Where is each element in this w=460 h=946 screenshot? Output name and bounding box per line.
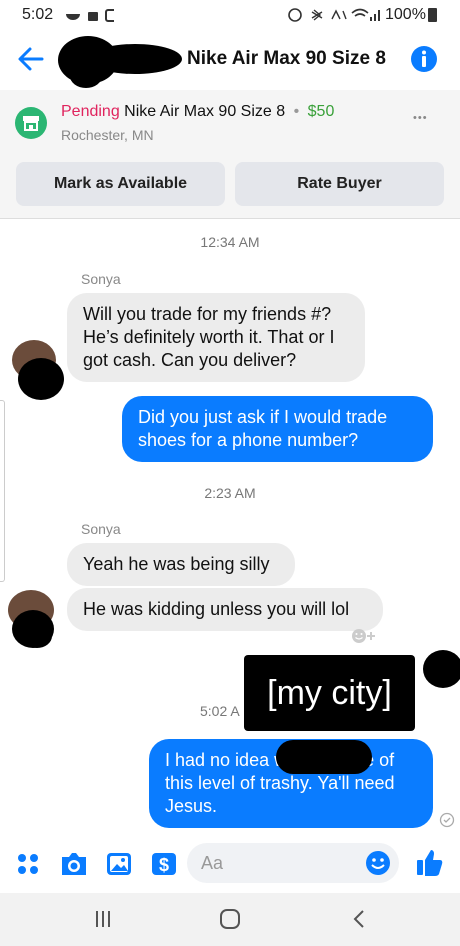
status-bar: 5:02 100%	[0, 0, 460, 30]
android-nav-bar	[0, 893, 460, 946]
message-input[interactable]: Aa	[187, 843, 399, 883]
message-input-placeholder: Aa	[201, 853, 224, 873]
sender-name: Sonya	[81, 271, 121, 287]
clock: 5:02	[22, 6, 54, 23]
add-reaction-icon[interactable]	[350, 627, 378, 645]
redacted-name	[58, 36, 182, 88]
gallery-icon[interactable]	[105, 851, 133, 877]
home-icon[interactable]	[219, 908, 241, 930]
timestamp: 12:34 AM	[200, 234, 260, 250]
timestamp: 5:02 A	[200, 703, 240, 719]
listing-location: Rochester, MN	[61, 127, 154, 143]
timestamp: 2:23 AM	[204, 485, 256, 501]
payment-icon[interactable]: $	[150, 851, 178, 877]
svg-text:$: $	[159, 855, 169, 875]
mark-available-button[interactable]: Mark as Available	[16, 162, 225, 206]
battery-icon	[428, 8, 437, 22]
recent-apps-icon[interactable]	[93, 909, 113, 929]
avatar	[12, 340, 68, 402]
back-nav-icon[interactable]	[350, 908, 370, 930]
message-outgoing[interactable]: Did you just ask if I would trade shoes …	[122, 396, 433, 462]
scroll-indicator[interactable]	[0, 400, 5, 582]
conversation-header: Nike Air Max 90 Size 8	[0, 30, 460, 90]
rate-buyer-button[interactable]: Rate Buyer	[235, 162, 444, 206]
info-icon[interactable]	[409, 44, 439, 74]
read-receipt-icon	[439, 812, 455, 828]
notification-icons	[66, 9, 114, 22]
marketplace-shop-icon	[15, 107, 47, 139]
listing-card: Pending Nike Air Max 90 Size 8 • $50 Roc…	[0, 90, 460, 219]
separator: •	[293, 103, 300, 120]
message-incoming[interactable]: He was kidding unless you will lol	[67, 588, 383, 631]
thumbs-up-icon[interactable]	[414, 847, 446, 879]
listing-title-line: Pending Nike Air Max 90 Size 8 • $50	[61, 103, 334, 121]
listing-title: Nike Air Max 90 Size 8	[124, 103, 286, 120]
redacted-name	[276, 740, 372, 774]
message-incoming[interactable]: Will you trade for my friends #? He’s de…	[67, 293, 365, 382]
system-icons	[288, 8, 380, 22]
more-options-icon[interactable]: •••	[413, 112, 428, 124]
composer: $ Aa	[0, 835, 460, 893]
city-overlay-label: [my city]	[244, 655, 415, 731]
conversation-title: Nike Air Max 90 Size 8	[187, 48, 386, 69]
back-arrow-icon[interactable]	[16, 44, 46, 74]
four-dots-menu-icon[interactable]	[16, 852, 40, 876]
pending-label: Pending	[61, 103, 120, 120]
sender-name: Sonya	[81, 521, 121, 537]
redacted-avatar	[423, 650, 460, 688]
listing-price: $50	[307, 103, 335, 120]
battery-percent: 100%	[385, 6, 426, 23]
emoji-icon[interactable]	[365, 850, 391, 876]
avatar	[8, 590, 64, 652]
message-incoming[interactable]: Yeah he was being silly	[67, 543, 295, 586]
camera-icon[interactable]	[60, 851, 88, 877]
